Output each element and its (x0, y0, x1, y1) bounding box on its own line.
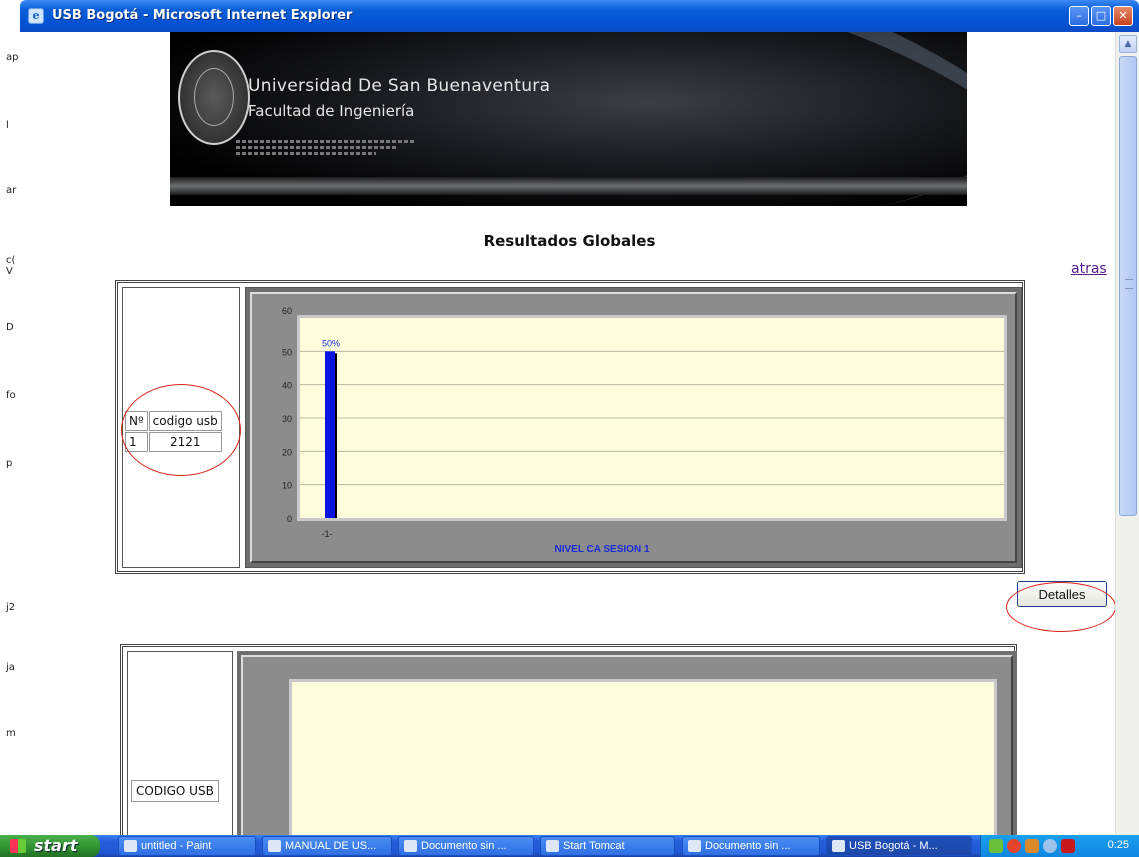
table-row: 1 2121 (125, 432, 222, 452)
codigo-usb-label: CODIGO USB (131, 780, 219, 802)
taskbar-item[interactable]: Start Tomcat (540, 836, 675, 856)
desktop-text-fragment: fo (6, 390, 16, 401)
codigo-cell: CODIGO USB (127, 651, 233, 835)
desktop-text-fragment: j2 (6, 602, 16, 613)
taskbar-item-active[interactable]: USB Bogotá - M... (826, 836, 972, 856)
window-titlebar[interactable]: e USB Bogotá - Microsoft Internet Explor… (20, 0, 1139, 32)
banner-fine-print (236, 140, 416, 143)
desktop-text-fragment: ap (6, 52, 19, 63)
y-tick-label: 0 (287, 514, 292, 524)
taskbar-item-label: USB Bogotá - M... (849, 840, 938, 852)
antivirus-icon[interactable] (1061, 839, 1075, 853)
ie-icon (688, 840, 701, 852)
results-table: Nº codigo usb 1 2121 0 10 20 30 40 50 60 50% -1-… (115, 280, 1025, 574)
start-label: start (34, 836, 78, 855)
desktop-text-fragment: ar (6, 185, 17, 196)
banner-band (170, 177, 967, 195)
details-button-wrap: Detalles (1017, 581, 1107, 607)
browser-viewport: Universidad De San Buenaventura Facultad… (20, 32, 1119, 835)
results-table-2: CODIGO USB (120, 644, 1017, 835)
taskbar-item[interactable]: untitled - Paint (118, 836, 256, 856)
banner-fine-print (236, 152, 376, 155)
chart-container: 0 10 20 30 40 50 60 50% -1- NIVEL CA SESION 1 (245, 287, 1022, 568)
desktop-background-strip: ap l ar c( V D fo p j2 ja m (0, 0, 20, 835)
y-tick-label: 20 (282, 447, 292, 457)
y-tick-label: 60 (282, 306, 292, 316)
word-document-icon (268, 840, 281, 852)
x-axis-label: NIVEL CA SESION 1 (554, 544, 649, 555)
x-tick-label: -1- (322, 529, 333, 539)
vertical-scrollbar[interactable]: ▲ (1115, 32, 1139, 835)
taskbar-item[interactable]: MANUAL DE US... (262, 836, 392, 856)
y-tick-label: 30 (282, 414, 292, 424)
student-table: Nº codigo usb 1 2121 (124, 410, 223, 453)
chart-container-2 (237, 651, 1017, 835)
banner-fine-print (236, 146, 396, 149)
page-title: Resultados Globales (483, 232, 656, 250)
maximize-button[interactable]: □ (1091, 6, 1111, 26)
header-number: Nº (125, 411, 148, 431)
banner-faculty-name: Facultad de Ingeniería (248, 102, 415, 120)
desktop-text-fragment: ja (6, 662, 15, 673)
desktop-text-fragment: D (6, 322, 14, 333)
start-button[interactable]: start (0, 835, 100, 857)
paint-icon (124, 840, 137, 852)
chart-frame-2 (241, 655, 1013, 835)
chart-frame: 0 10 20 30 40 50 60 50% -1- NIVEL CA SESION 1 (250, 292, 1017, 563)
taskbar-item[interactable]: Documento sin ... (682, 836, 820, 856)
y-tick-label: 50 (282, 347, 292, 357)
scroll-up-arrow-icon[interactable]: ▲ (1119, 35, 1137, 53)
taskbar-item[interactable]: Documento sin ... (398, 836, 534, 856)
taskbar-item-label: MANUAL DE US... (285, 840, 377, 852)
ie-icon (404, 840, 417, 852)
taskbar: start untitled - Paint MANUAL DE US... D… (0, 835, 1139, 857)
row-codigo: 2121 (148, 432, 222, 452)
bar-chart: 0 10 20 30 40 50 60 50% -1- NIVEL CA SESION 1 (282, 306, 1007, 555)
system-tray: 0:25 (980, 835, 1139, 857)
window-title: USB Bogotá - Microsoft Internet Explorer (52, 8, 353, 23)
student-cell: Nº codigo usb 1 2121 (122, 287, 240, 568)
header-codigo: codigo usb (148, 411, 222, 431)
ie-icon (832, 840, 845, 852)
taskbar-item-label: Documento sin ... (705, 840, 791, 852)
network-icon[interactable] (989, 839, 1003, 853)
chart-plot-area-2 (289, 679, 997, 835)
window-controls: – □ ✕ (1069, 6, 1133, 26)
bar-data-label: 50% (322, 338, 340, 348)
university-banner: Universidad De San Buenaventura Facultad… (170, 32, 967, 206)
row-number: 1 (125, 432, 148, 452)
desktop-text-fragment: V (6, 266, 13, 277)
ie-icon: e (28, 8, 44, 24)
banner-university-name: Universidad De San Buenaventura (248, 76, 551, 96)
security-icon[interactable] (1007, 839, 1021, 853)
desktop-text-fragment: m (6, 728, 16, 739)
taskbar-item-label: Documento sin ... (421, 840, 507, 852)
details-button[interactable]: Detalles (1017, 581, 1107, 607)
desktop-text-fragment: p (6, 458, 13, 469)
clock: 0:25 (1107, 839, 1129, 851)
y-tick-label: 40 (282, 381, 292, 391)
back-link[interactable]: atras (1071, 261, 1107, 277)
bar (325, 351, 335, 518)
university-seal-logo (178, 50, 250, 145)
desktop-text-fragment: l (6, 120, 9, 131)
taskbar-item-label: Start Tomcat (563, 840, 625, 852)
table-header-row: Nº codigo usb (125, 411, 222, 431)
windows-logo-icon (10, 839, 26, 853)
volume-icon[interactable] (1025, 839, 1039, 853)
update-icon[interactable] (1043, 839, 1057, 853)
console-icon (546, 840, 559, 852)
desktop-text-fragment: c( (6, 255, 16, 266)
y-tick-label: 10 (282, 481, 292, 491)
scroll-thumb[interactable] (1119, 56, 1137, 516)
close-button[interactable]: ✕ (1113, 6, 1133, 26)
minimize-button[interactable]: – (1069, 6, 1089, 26)
taskbar-item-label: untitled - Paint (141, 840, 212, 852)
